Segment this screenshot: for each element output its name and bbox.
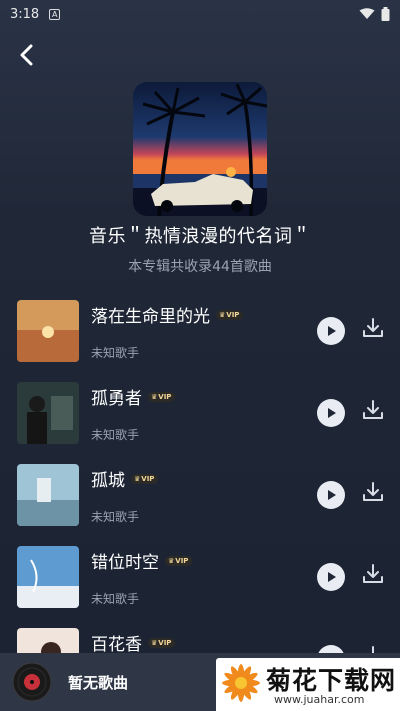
song-row[interactable]: 孤勇者 ♛ VIP 未知歌手 [0,378,400,446]
crown-icon: ♛ [134,474,141,483]
song-row[interactable]: 落在生命里的光 ♛ VIP 未知歌手 [0,296,400,364]
download-icon [363,400,383,419]
crown-icon: ♛ [151,392,158,401]
download-button[interactable] [361,562,385,586]
song-title: 落在生命里的光 [91,307,210,327]
song-title: 百花香 [91,635,142,655]
vip-badge: ♛ VIP [148,391,176,402]
play-icon [328,326,336,336]
chevron-left-icon [20,44,33,66]
song-row[interactable]: 孤城 ♛ VIP 未知歌手 [0,460,400,528]
download-icon [363,482,383,501]
song-cover [17,546,79,608]
vip-badge: ♛ VIP [148,637,176,648]
play-icon [328,572,336,582]
play-icon [328,490,336,500]
vinyl-disc-icon[interactable] [12,662,52,702]
status-bar: 3:18 A [0,0,400,28]
song-row[interactable]: 错位时空 ♛ VIP 未知歌手 [0,542,400,610]
song-artist: 未知歌手 [91,346,140,360]
vip-badge: ♛ VIP [216,309,244,320]
download-icon [363,564,383,583]
album-title: 音乐＂热情浪漫的代名词＂ [89,226,311,247]
site-watermark: 菊花下载网 www.juahar.com [216,658,400,711]
song-artist: 未知歌手 [91,428,140,442]
back-button[interactable] [12,40,42,70]
app-notification-icon: A [49,8,61,20]
play-button[interactable] [317,481,345,509]
vip-badge: ♛ VIP [165,555,193,566]
wifi-icon [359,8,375,19]
song-title: 孤勇者 [91,389,142,409]
watermark-url: www.juahar.com [274,693,365,706]
play-button[interactable] [317,399,345,427]
play-icon [328,408,336,418]
crown-icon: ♛ [219,310,226,319]
download-button[interactable] [361,480,385,504]
status-time: 3:18 [10,6,40,22]
song-title-line: 孤勇者 ♛ VIP [91,384,176,409]
song-title: 错位时空 [91,553,159,573]
song-title-line: 百花香 ♛ VIP [91,630,176,655]
song-title-line: 落在生命里的光 ♛ VIP [91,302,244,327]
song-title-line: 孤城 ♛ VIP [91,466,159,491]
song-cover [17,300,79,362]
album-song-count: 本专辑共收录44首歌曲 [128,259,272,275]
song-title: 孤城 [91,471,125,491]
crown-icon: ♛ [151,638,158,647]
chrysanthemum-logo [222,664,260,702]
song-artist: 未知歌手 [91,510,140,524]
vip-badge: ♛ VIP [131,473,159,484]
download-button[interactable] [361,398,385,422]
crown-icon: ♛ [168,556,175,565]
watermark-name: 菊花下载网 [266,666,397,695]
play-button[interactable] [317,317,345,345]
song-title-line: 错位时空 ♛ VIP [91,548,193,573]
download-icon [363,318,383,337]
play-button[interactable] [317,563,345,591]
song-cover [17,382,79,444]
battery-icon [381,7,390,21]
album-cover [133,82,267,216]
song-cover [17,464,79,526]
now-playing-text: 暂无歌曲 [68,674,129,692]
song-artist: 未知歌手 [91,592,140,606]
download-button[interactable] [361,316,385,340]
